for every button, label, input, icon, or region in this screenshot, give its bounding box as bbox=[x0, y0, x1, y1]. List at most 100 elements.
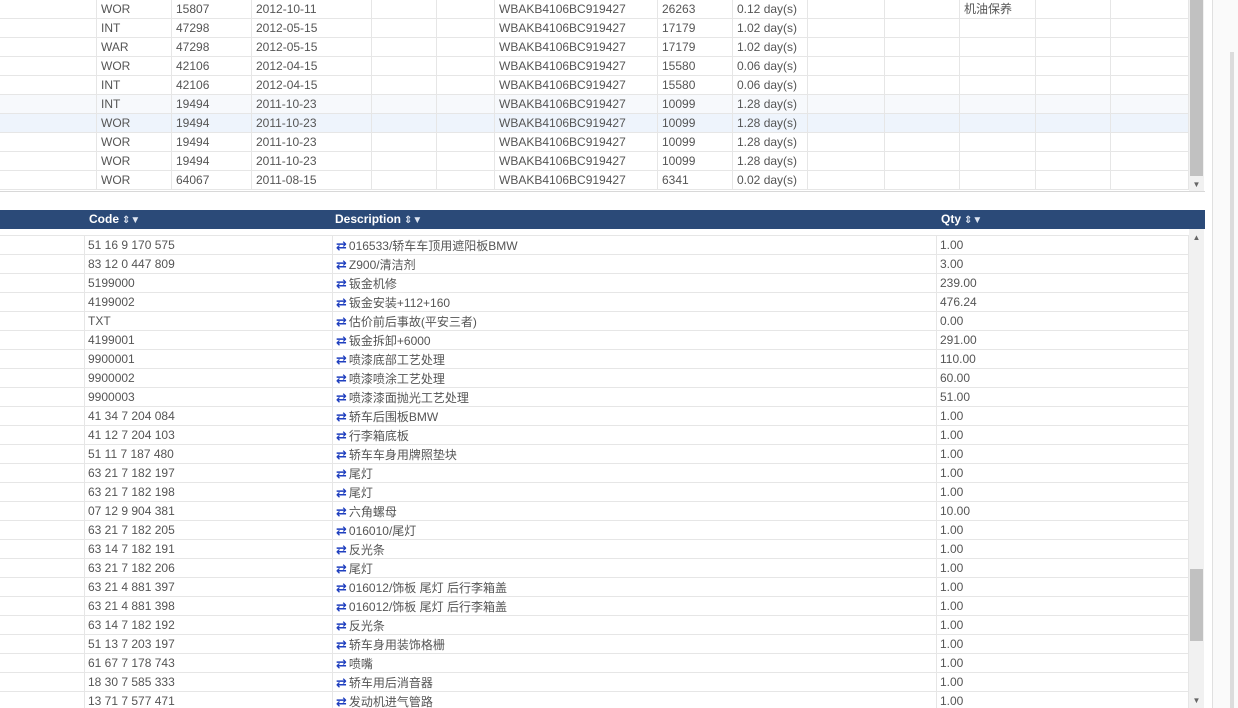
service-history-row[interactable]: WOR 15807 2012-10-11 WBAKB4106BC919427 26263… bbox=[0, 0, 1189, 19]
service-history-scroll-thumb[interactable] bbox=[1190, 0, 1203, 176]
swap-arrows-icon[interactable]: ⇄ bbox=[336, 352, 347, 367]
sort-filter-icon[interactable]: ⇕▼ bbox=[964, 215, 982, 226]
swap-arrows-icon[interactable]: ⇄ bbox=[336, 276, 347, 291]
swap-arrows-icon[interactable]: ⇄ bbox=[336, 618, 347, 633]
cell-type: WOR bbox=[97, 57, 172, 76]
sort-filter-icon[interactable]: ⇕▼ bbox=[122, 215, 140, 226]
service-history-row[interactable]: WOR 64067 2011-08-15 WBAKB4106BC919427 6341 0… bbox=[0, 171, 1189, 190]
swap-arrows-icon[interactable]: ⇄ bbox=[336, 561, 347, 576]
service-history-row[interactable]: WOR 42106 2012-04-15 WBAKB4106BC919427 15580… bbox=[0, 57, 1189, 76]
table-row[interactable]: 61 67 7 178 743 ⇄ 喷嘴 1.00 bbox=[0, 654, 1189, 673]
swap-arrows-icon[interactable]: ⇄ bbox=[336, 447, 347, 462]
service-history-row[interactable]: WOR 19494 2011-10-23 WBAKB4106BC919427 10099… bbox=[0, 152, 1189, 171]
table-row[interactable]: 51 11 7 187 480 ⇄ 轿车车身用牌照垫块 1.00 bbox=[0, 445, 1189, 464]
swap-arrows-icon[interactable]: ⇄ bbox=[336, 637, 347, 652]
cell-qty: 1.00 bbox=[937, 521, 1189, 540]
scroll-down-arrow-icon[interactable]: ▼ bbox=[1189, 694, 1204, 708]
cell-empty bbox=[1036, 76, 1111, 95]
scroll-up-arrow-icon[interactable]: ▲ bbox=[1189, 231, 1204, 245]
table-row[interactable]: 63 21 7 182 205 ⇄ 016010/尾灯 1.00 bbox=[0, 521, 1189, 540]
cell-empty bbox=[1036, 38, 1111, 57]
table-row[interactable]: 51 16 9 170 575 ⇄ 016533/轿车车顶用遮阳板BMW 1.00 bbox=[0, 236, 1189, 255]
swap-arrows-icon[interactable]: ⇄ bbox=[336, 485, 347, 500]
swap-arrows-icon[interactable]: ⇄ bbox=[336, 675, 347, 690]
column-header-qty[interactable]: Qty ⇕▼ bbox=[937, 210, 1187, 229]
description-text: 轿车身用装饰格栅 bbox=[348, 638, 445, 652]
table-row[interactable]: 63 21 4 881 397 ⇄ 016012/饰板 尾灯 后行李箱盖 1.00 bbox=[0, 578, 1189, 597]
cell-empty bbox=[0, 133, 97, 152]
table-row[interactable]: 41 12 7 204 103 ⇄ 行李箱底板 1.00 bbox=[0, 426, 1189, 445]
swap-arrows-icon[interactable]: ⇄ bbox=[336, 314, 347, 329]
cell-num: 19494 bbox=[172, 152, 252, 171]
service-history-scrollbar[interactable]: ▼ bbox=[1189, 0, 1204, 191]
cell-empty bbox=[0, 388, 85, 407]
swap-arrows-icon[interactable]: ⇄ bbox=[336, 238, 347, 253]
service-history-row[interactable]: WOR 19494 2011-10-23 WBAKB4106BC919427 10099… bbox=[0, 114, 1189, 133]
column-header-description[interactable]: Description ⇕▼ bbox=[331, 210, 937, 229]
table-row[interactable]: 63 21 7 182 206 ⇄ 尾灯 1.00 bbox=[0, 559, 1189, 578]
swap-arrows-icon[interactable]: ⇄ bbox=[336, 694, 347, 708]
cell-duration: 1.28 day(s) bbox=[733, 114, 808, 133]
cell-mileage: 6341 bbox=[658, 171, 733, 190]
cell-empty bbox=[0, 597, 85, 616]
cell-qty: 1.00 bbox=[937, 673, 1189, 692]
table-row[interactable]: 63 21 7 182 198 ⇄ 尾灯 1.00 bbox=[0, 483, 1189, 502]
cell-vin: WBAKB4106BC919427 bbox=[495, 114, 658, 133]
swap-arrows-icon[interactable]: ⇄ bbox=[336, 504, 347, 519]
table-row[interactable]: 41 34 7 204 084 ⇄ 轿车后围板BMW 1.00 bbox=[0, 407, 1189, 426]
cell-type: WOR bbox=[97, 133, 172, 152]
swap-arrows-icon[interactable]: ⇄ bbox=[336, 295, 347, 310]
swap-arrows-icon[interactable]: ⇄ bbox=[336, 409, 347, 424]
swap-arrows-icon[interactable]: ⇄ bbox=[336, 428, 347, 443]
swap-arrows-icon[interactable]: ⇄ bbox=[336, 371, 347, 386]
sort-filter-icon[interactable]: ⇕▼ bbox=[404, 215, 422, 226]
swap-arrows-icon[interactable]: ⇄ bbox=[336, 599, 347, 614]
parts-scrollbar[interactable]: ▲ ▼ bbox=[1189, 229, 1204, 708]
table-row[interactable]: 18 30 7 585 333 ⇄ 轿车用后消音器 1.00 bbox=[0, 673, 1189, 692]
table-row[interactable]: 4199001 ⇄ 钣金拆卸+6000 291.00 bbox=[0, 331, 1189, 350]
service-history-row[interactable]: WOR 19494 2011-10-23 WBAKB4106BC919427 10099… bbox=[0, 133, 1189, 152]
cell-num: 19494 bbox=[172, 114, 252, 133]
swap-arrows-icon[interactable]: ⇄ bbox=[336, 390, 347, 405]
service-history-row[interactable]: INT 19494 2011-10-23 WBAKB4106BC919427 10099… bbox=[0, 95, 1189, 114]
table-row[interactable]: 63 14 7 182 192 ⇄ 反光条 1.00 bbox=[0, 616, 1189, 635]
cell-code: 51 11 7 187 480 bbox=[85, 445, 333, 464]
table-row[interactable]: 4199002 ⇄ 钣金安装+112+160 476.24 bbox=[0, 293, 1189, 312]
swap-arrows-icon[interactable]: ⇄ bbox=[336, 257, 347, 272]
cell-qty: 1.00 bbox=[937, 464, 1189, 483]
table-row[interactable]: TXT ⇄ 估价前后事故(平安三者) 0.00 bbox=[0, 312, 1189, 331]
swap-arrows-icon[interactable]: ⇄ bbox=[336, 523, 347, 538]
swap-arrows-icon[interactable]: ⇄ bbox=[336, 542, 347, 557]
column-header-code[interactable]: Code ⇕▼ bbox=[85, 210, 333, 229]
scroll-down-arrow-icon[interactable]: ▼ bbox=[1189, 178, 1204, 191]
cell-qty: 1.00 bbox=[937, 597, 1189, 616]
description-text: 发动机进气管路 bbox=[348, 695, 433, 708]
table-row[interactable]: 07 12 9 904 381 ⇄ 六角螺母 10.00 bbox=[0, 502, 1189, 521]
service-history-row[interactable]: INT 42106 2012-04-15 WBAKB4106BC919427 15580… bbox=[0, 76, 1189, 95]
cell-type: INT bbox=[97, 19, 172, 38]
swap-arrows-icon[interactable]: ⇄ bbox=[336, 580, 347, 595]
table-row[interactable]: 63 21 7 182 197 ⇄ 尾灯 1.00 bbox=[0, 464, 1189, 483]
table-row[interactable]: 9900001 ⇄ 喷漆底部工艺处理 110.00 bbox=[0, 350, 1189, 369]
swap-arrows-icon[interactable]: ⇄ bbox=[336, 656, 347, 671]
cell-empty bbox=[0, 559, 85, 578]
service-history-row[interactable]: INT 47298 2012-05-15 WBAKB4106BC919427 17179… bbox=[0, 19, 1189, 38]
table-row[interactable]: 9900002 ⇄ 喷漆喷涂工艺处理 60.00 bbox=[0, 369, 1189, 388]
table-row[interactable]: 9900003 ⇄ 喷漆漆面抛光工艺处理 51.00 bbox=[0, 388, 1189, 407]
table-row[interactable]: 51 13 7 203 197 ⇄ 轿车身用装饰格栅 1.00 bbox=[0, 635, 1189, 654]
cell-code: 51 16 9 170 575 bbox=[85, 236, 333, 255]
table-row[interactable]: 63 21 4 881 398 ⇄ 016012/饰板 尾灯 后行李箱盖 1.00 bbox=[0, 597, 1189, 616]
swap-arrows-icon[interactable]: ⇄ bbox=[336, 333, 347, 348]
service-history-row[interactable]: WAR 47298 2012-05-15 WBAKB4106BC919427 17179… bbox=[0, 38, 1189, 57]
swap-arrows-icon[interactable]: ⇄ bbox=[336, 466, 347, 481]
table-row[interactable]: 83 12 0 447 809 ⇄ Z900/清洁剂 3.00 bbox=[0, 255, 1189, 274]
parts-scroll-thumb[interactable] bbox=[1190, 569, 1203, 641]
table-row[interactable]: 63 14 7 182 191 ⇄ 反光条 1.00 bbox=[0, 540, 1189, 559]
cell-empty bbox=[0, 540, 85, 559]
cell-qty: 1.00 bbox=[937, 426, 1189, 445]
table-row[interactable]: 13 71 7 577 471 ⇄ 发动机进气管路 1.00 bbox=[0, 692, 1189, 708]
cell-empty bbox=[1036, 0, 1111, 19]
cell-date: 2011-10-23 bbox=[252, 114, 372, 133]
window-edge-bar bbox=[1230, 52, 1234, 708]
table-row[interactable]: 5199000 ⇄ 钣金机修 239.00 bbox=[0, 274, 1189, 293]
